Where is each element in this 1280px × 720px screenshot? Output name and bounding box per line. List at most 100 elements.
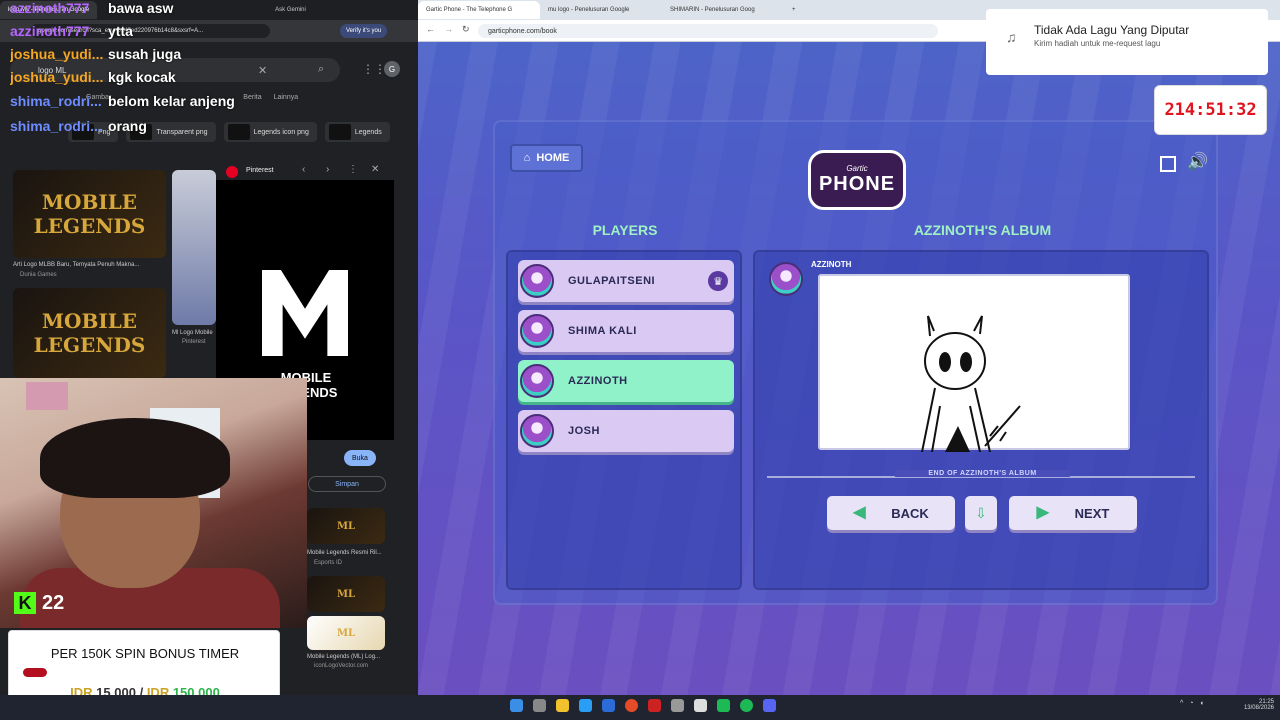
forward-nav-icon[interactable]: → — [444, 24, 453, 34]
chat-user: joshua_yudi... — [10, 69, 104, 85]
volume-icon[interactable]: 🔊 — [1187, 152, 1208, 172]
player-name: SHIMA KALI — [568, 325, 637, 337]
stream-timer: 214:51:32 — [1154, 85, 1267, 135]
app-icon[interactable] — [671, 699, 684, 712]
start-icon[interactable] — [510, 699, 523, 712]
opera-icon[interactable] — [648, 699, 661, 712]
chat-user: joshua_yudi... — [10, 46, 104, 62]
related-image[interactable]: ML — [307, 508, 385, 544]
download-button[interactable]: ⇩ — [965, 496, 997, 530]
image-caption[interactable]: Arti Logo MLBB Baru, Ternyata Penuh Makn… — [13, 262, 163, 268]
album-panel: AZZINOTH END OF AZZINOTH'S ALBUM ◀ BACK … — [753, 250, 1209, 590]
kick-logo-icon: K — [14, 592, 36, 614]
streamer-hair — [40, 418, 230, 498]
album-author-name: AZZINOTH — [811, 260, 852, 269]
new-tab-button[interactable]: + — [784, 1, 804, 19]
reload-icon[interactable]: ↻ — [462, 24, 470, 35]
gartic-phone-logo: Gartic PHONE — [808, 150, 906, 210]
arrow-left-icon: ◀ — [853, 504, 866, 521]
speaker-icon[interactable]: ◖ — [1200, 700, 1204, 707]
end-of-album-label: END OF AZZINOTH'S ALBUM — [895, 470, 1070, 477]
taskbar: ^ ◔ ◖ — [0, 695, 1280, 720]
player-card[interactable]: SHIMA KALI — [518, 310, 734, 352]
chat-message: kgk kocak — [108, 69, 176, 85]
home-label: HOME — [536, 152, 570, 164]
close-icon[interactable]: ✕ — [371, 164, 379, 175]
image-source: Dunia Games — [20, 272, 57, 278]
explorer-icon[interactable] — [556, 699, 569, 712]
related-image[interactable]: ML — [307, 616, 385, 650]
store-icon[interactable] — [602, 699, 615, 712]
logo-small-text: Gartic — [846, 164, 868, 173]
tab-label: mu logo - Penelusuran Google — [548, 7, 630, 13]
search-icon[interactable] — [533, 699, 546, 712]
chat-user: shima_rodri... — [10, 93, 102, 109]
related-caption[interactable]: Mobile Legends Resmi Ril... — [307, 550, 393, 556]
player-card[interactable]: JOSH — [518, 410, 734, 452]
back-button[interactable]: ◀ BACK — [827, 496, 955, 530]
player-card-active[interactable]: AZZINOTH — [518, 360, 734, 402]
related-caption[interactable]: Mobile Legends (ML) Log... — [307, 654, 393, 660]
gartic-game-panel: ⌂ HOME Gartic PHONE 🔊 PLAYERS AZZINOTH'S… — [493, 120, 1218, 605]
prev-icon[interactable]: ‹ — [302, 164, 305, 175]
image-caption[interactable]: Ml Logo Mobile — [172, 330, 213, 336]
tab-shimarin[interactable]: SHIMARIN - Penelusuran Goog — [662, 1, 784, 19]
chat-line: azzinoth777 ytta — [10, 23, 410, 41]
tab-mu-logo[interactable]: mu logo - Penelusuran Google — [540, 1, 662, 19]
tray-chevron-icon[interactable]: ^ — [1180, 700, 1183, 707]
more-icon[interactable]: ⋮ — [348, 164, 358, 175]
promo-progress-bar — [23, 668, 47, 677]
players-list: GULAPAITSENI ♛ SHIMA KALI AZZINOTH JOSH — [506, 250, 742, 590]
wifi-icon[interactable]: ◔ — [1189, 700, 1193, 707]
download-icon: ⇩ — [975, 504, 987, 521]
chat-user: shima_rodri... — [10, 118, 102, 134]
mobile-legends-logo-icon — [262, 270, 348, 356]
xbox-icon[interactable] — [717, 699, 730, 712]
panel-source: Pinterest — [246, 167, 274, 174]
next-button[interactable]: ▶ NEXT — [1009, 496, 1137, 530]
chat-line: joshua_yudi... kgk kocak — [10, 69, 410, 87]
back-nav-icon[interactable]: ← — [426, 24, 435, 34]
image-result[interactable] — [172, 170, 216, 325]
image-result[interactable]: MOBILE LEGENDS — [13, 170, 166, 258]
next-icon[interactable]: › — [326, 164, 329, 175]
tab-gartic-phone[interactable]: Gartic Phone - The Telephone G — [418, 1, 540, 19]
chat-line: azzinoth777 bawa asw — [10, 0, 410, 18]
spotify-icon[interactable] — [740, 699, 753, 712]
fullscreen-icon[interactable] — [1160, 156, 1176, 172]
wall-picture — [26, 382, 68, 410]
player-name: GULAPAITSENI — [568, 275, 656, 287]
chat-message: belom kelar anjeng — [108, 93, 235, 109]
music-subtitle: Kirim hadiah untuk me-request lagu — [1034, 39, 1161, 48]
player-name: JOSH — [568, 425, 600, 437]
edge-icon[interactable] — [579, 699, 592, 712]
taskbar-clock[interactable]: 21:25 13/08/2026 — [1238, 699, 1274, 711]
album-heading: AZZINOTH'S ALBUM — [913, 222, 1052, 238]
tab-label: SHIMARIN - Penelusuran Goog — [670, 7, 755, 13]
related-source: Esports ID — [314, 560, 343, 566]
chat-message: orang — [108, 118, 147, 134]
player-avatar — [520, 314, 554, 348]
related-image[interactable]: ML — [307, 576, 385, 612]
chat-line: shima_rodri... orang — [10, 118, 410, 136]
image-result[interactable]: MOBILE LEGENDS — [13, 288, 166, 378]
chat-user: azzinoth777 — [10, 0, 90, 16]
save-button[interactable]: Simpan — [308, 476, 386, 492]
home-button[interactable]: ⌂ HOME — [510, 144, 583, 172]
pinterest-icon — [226, 166, 238, 178]
back-label: BACK — [891, 505, 929, 521]
chrome-icon[interactable] — [625, 699, 638, 712]
chat-user: azzinoth777 — [10, 23, 90, 39]
app-icon[interactable] — [694, 699, 707, 712]
album-author-avatar — [769, 262, 803, 296]
right-address-field[interactable]: garticphone.com/book — [478, 24, 938, 38]
player-avatar — [520, 264, 554, 298]
game-browser-window: Gartic Phone - The Telephone G mu logo -… — [418, 0, 1280, 695]
player-card[interactable]: GULAPAITSENI ♛ — [518, 260, 734, 302]
hollow-knight-drawing — [921, 315, 1021, 453]
discord-icon[interactable] — [763, 699, 776, 712]
next-label: NEXT — [1074, 505, 1110, 521]
image-source: Pinterest — [182, 339, 206, 345]
player-avatar — [520, 414, 554, 448]
open-button[interactable]: Buka — [344, 450, 376, 466]
